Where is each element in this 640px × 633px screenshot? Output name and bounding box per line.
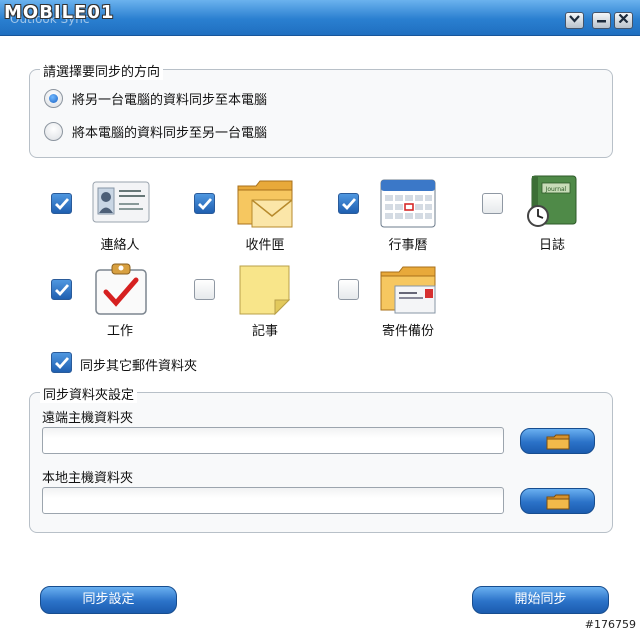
local-folder-browse-button[interactable]	[520, 488, 595, 514]
local-folder-input[interactable]	[42, 487, 504, 514]
tasks-label: 工作	[106, 324, 133, 339]
title-bar: Outlook Sync MOBILE01	[0, 0, 640, 36]
start-sync-button[interactable]: 開始同步	[472, 586, 609, 614]
checkmark-icon	[55, 357, 70, 370]
direction-option-local-to-remote[interactable]: 將本電腦的資料同步至另一台電腦	[44, 120, 267, 142]
watermark-id: #176759	[584, 618, 636, 631]
minimize-button[interactable]	[592, 12, 611, 29]
notes-checkbox[interactable]	[194, 279, 215, 300]
inbox-label: 收件匣	[245, 238, 285, 253]
checkmark-icon	[342, 198, 357, 211]
folder-icon	[546, 434, 570, 450]
calendar-icon	[379, 176, 439, 232]
chevron-down-icon	[569, 15, 580, 23]
inbox-checkbox[interactable]	[194, 193, 215, 214]
folder-icon	[546, 494, 570, 510]
radio-button-selected[interactable]	[44, 88, 63, 108]
remote-folder-browse-button[interactable]	[520, 428, 595, 454]
calendar-label: 行事曆	[388, 238, 428, 253]
journal-icon: Journal	[524, 174, 584, 230]
svg-text:Journal: Journal	[545, 186, 567, 193]
journal-label: 日誌	[538, 238, 565, 253]
direction-group: 請選擇要同步的方向 將另一台電腦的資料同步至本電腦 將本電腦的資料同步至另一台電…	[29, 61, 613, 158]
minimize-icon	[597, 20, 606, 23]
sent-items-checkbox[interactable]	[338, 279, 359, 300]
checkmark-icon	[55, 284, 70, 297]
direction-option-label: 將本電腦的資料同步至另一台電腦	[72, 125, 268, 141]
contacts-checkbox[interactable]	[51, 193, 72, 214]
task-clipboard-icon	[94, 262, 154, 318]
checkmark-icon	[55, 198, 70, 211]
notes-label: 記事	[251, 324, 278, 339]
sent-items-label: 寄件備份	[381, 324, 434, 339]
menu-button[interactable]	[565, 12, 584, 29]
sent-items-folder-icon	[379, 262, 439, 318]
inbox-folder-icon	[236, 176, 296, 232]
direction-group-title: 請選擇要同步的方向	[40, 61, 164, 80]
close-icon	[618, 13, 629, 24]
local-folder-label: 本地主機資料夾	[42, 471, 134, 486]
tasks-checkbox[interactable]	[51, 279, 72, 300]
close-button[interactable]	[614, 12, 633, 29]
sync-settings-button[interactable]: 同步設定	[40, 586, 177, 614]
sync-other-folders-checkbox[interactable]	[51, 352, 72, 373]
contacts-label: 連絡人	[100, 238, 140, 253]
calendar-checkbox[interactable]	[338, 193, 359, 214]
folder-settings-group-title: 同步資料夾設定	[40, 384, 138, 403]
remote-folder-label: 遠端主機資料夾	[42, 411, 134, 426]
checkmark-icon	[198, 198, 213, 211]
remote-folder-input[interactable]	[42, 427, 504, 454]
sticky-note-icon	[237, 262, 297, 318]
mobile01-logo: MOBILE01	[4, 2, 115, 23]
contact-card-icon	[92, 180, 152, 236]
radio-button[interactable]	[44, 121, 63, 141]
direction-option-remote-to-local[interactable]: 將另一台電腦的資料同步至本電腦	[44, 87, 267, 109]
sync-other-folders-label: 同步其它郵件資料夾	[80, 359, 198, 374]
direction-option-label: 將另一台電腦的資料同步至本電腦	[72, 92, 268, 108]
journal-checkbox[interactable]	[482, 193, 503, 214]
